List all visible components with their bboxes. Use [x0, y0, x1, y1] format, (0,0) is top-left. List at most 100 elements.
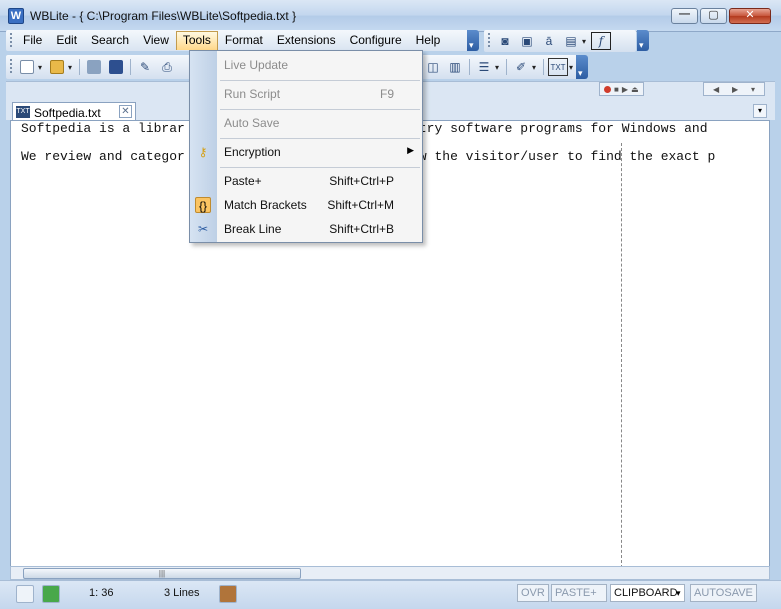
tab-next-icon[interactable]: ▶	[732, 85, 738, 94]
clipboard-select[interactable]: CLIPBOARD	[610, 584, 685, 602]
window-title: WBLite - { C:\Program Files\WBLite\Softp…	[30, 9, 297, 23]
edit-tool-icon[interactable]: ✎	[135, 58, 155, 76]
status-indicator-icon[interactable]	[16, 585, 34, 603]
scrollbar-thumb[interactable]: |||	[23, 568, 301, 579]
menu-item-match-brackets[interactable]: {} Match Brackets Shift+Ctrl+M	[190, 193, 422, 217]
tab-prev-icon[interactable]: ◀	[713, 85, 719, 94]
menu-item-label: Run Script	[224, 87, 281, 101]
toolbar-overflow-chevron[interactable]	[576, 55, 588, 79]
horizontal-scrollbar[interactable]: |||	[10, 566, 770, 580]
menu-item-label: Auto Save	[224, 116, 280, 130]
package-icon[interactable]: ▣	[517, 32, 537, 50]
menu-item-encryption[interactable]: ⚷ Encryption ▶	[190, 140, 422, 164]
toolbar-separator	[79, 59, 80, 75]
chevron-down-icon[interactable]: ▾	[38, 63, 46, 72]
camera-icon[interactable]: ◙	[495, 32, 515, 50]
chevron-down-icon[interactable]: ▾	[676, 588, 681, 599]
menu-separator	[220, 167, 420, 168]
menu-item-label: Encryption	[224, 145, 281, 159]
split-view-icon[interactable]: ◫	[423, 58, 443, 76]
menu-separator	[220, 109, 420, 110]
stop-icon[interactable]: ■	[614, 85, 619, 94]
menu-item-shortcut: F9	[379, 87, 394, 101]
line-count: 3 Lines	[164, 587, 200, 599]
book-icon[interactable]	[219, 585, 237, 603]
submenu-arrow-icon: ▶	[407, 145, 414, 155]
menu-item-break-line[interactable]: ✂ Break Line Shift+Ctrl+B	[190, 217, 422, 241]
toolbar-grip[interactable]	[10, 32, 12, 49]
menu-item-run-script[interactable]: Run Script F9	[190, 82, 422, 106]
menu-configure[interactable]: Configure	[343, 31, 409, 50]
menu-item-label: Paste+	[224, 174, 262, 188]
menu-tools[interactable]: Tools	[175, 31, 218, 50]
maximize-button[interactable]: ▢	[700, 8, 727, 24]
list-icon[interactable]: ☰	[474, 58, 494, 76]
menu-item-shortcut: Shift+Ctrl+B	[329, 222, 394, 236]
autosave-indicator[interactable]: AUTOSAVE	[690, 584, 757, 602]
menu-edit[interactable]: Edit	[49, 31, 84, 50]
menu-item-paste-plus[interactable]: Paste+ Shift+Ctrl+P	[190, 169, 422, 193]
tab-label: Softpedia.txt	[34, 106, 101, 120]
menu-format[interactable]: Format	[218, 31, 270, 50]
main-toolbar-right: ◫ ▥ ☰ ▾ ✐ ▾ TXT ▾	[422, 55, 578, 79]
save-icon[interactable]	[84, 58, 104, 76]
toolbar-overflow-chevron[interactable]	[637, 30, 649, 51]
tools-menu: Live Update Run Script F9 Auto Save ⚷ En…	[189, 50, 423, 243]
toolbar-grip[interactable]	[10, 59, 12, 75]
overwrite-indicator[interactable]: OVR	[517, 584, 549, 602]
menu-bar: File Edit Search View Tools Format Exten…	[6, 30, 472, 51]
paste-mode-indicator[interactable]: PASTE+	[551, 584, 607, 602]
tab-list-button[interactable]: ▾	[753, 104, 767, 118]
toolbar-separator	[469, 59, 470, 75]
tab-nav-controls[interactable]: ◀ ▶ ▾	[703, 82, 765, 96]
print-icon[interactable]: ⎙	[157, 58, 177, 76]
new-file-icon[interactable]	[17, 58, 37, 76]
braces-icon: {}	[195, 197, 211, 213]
chevron-down-icon[interactable]: ▾	[532, 63, 540, 72]
menu-item-label: Live Update	[224, 58, 289, 72]
menu-help[interactable]: Help	[409, 31, 448, 50]
right-margin-guide	[621, 143, 622, 566]
chevron-down-icon[interactable]: ▾	[495, 63, 503, 72]
chevron-down-icon[interactable]: ▾	[68, 63, 76, 72]
highlight-icon[interactable]: ✐	[511, 58, 531, 76]
menu-search[interactable]: Search	[84, 31, 136, 50]
open-folder-icon[interactable]	[47, 58, 67, 76]
eject-icon[interactable]: ⏏	[631, 85, 639, 94]
tab-softpedia[interactable]: TXT Softpedia.txt ✕	[12, 102, 136, 122]
menubar-overflow-chevron[interactable]	[467, 30, 479, 51]
menu-view[interactable]: View	[136, 31, 176, 50]
save-all-icon[interactable]	[106, 58, 126, 76]
toolbar-separator	[130, 59, 131, 75]
menu-item-auto-save[interactable]: Auto Save	[190, 111, 422, 135]
record-icon[interactable]	[604, 85, 611, 93]
menu-item-label: Break Line	[224, 222, 282, 236]
extras-toolbar: ◙ ▣ ā ▤ ▾ f	[484, 30, 636, 52]
close-icon: ✕	[745, 9, 755, 21]
spellcheck-icon[interactable]: ā	[539, 32, 559, 50]
toolbar-separator	[543, 59, 544, 75]
menu-item-live-update[interactable]: Live Update	[190, 53, 422, 77]
text-file-icon: TXT	[16, 106, 30, 118]
menu-file[interactable]: File	[16, 31, 49, 50]
scissors-icon: ✂	[197, 222, 209, 236]
menu-extensions[interactable]: Extensions	[270, 31, 343, 50]
text-block-icon[interactable]: TXT	[548, 58, 568, 76]
function-icon[interactable]: f	[591, 32, 611, 50]
minimize-button[interactable]: —	[671, 8, 698, 24]
menu-item-shortcut: Shift+Ctrl+M	[327, 198, 394, 212]
menu-item-shortcut: Shift+Ctrl+P	[329, 174, 394, 188]
chevron-down-icon[interactable]: ▾	[582, 37, 590, 46]
macro-controls[interactable]: ■ ▶ ⏏	[599, 82, 644, 96]
user-icon[interactable]	[42, 585, 60, 603]
column-view-icon[interactable]: ▥	[445, 58, 465, 76]
toolbar-grip[interactable]	[488, 33, 490, 49]
close-icon[interactable]: ✕	[119, 105, 132, 118]
document-icon[interactable]: ▤	[561, 32, 581, 50]
minimize-icon: —	[679, 8, 690, 20]
title-bar: W WBLite - { C:\Program Files\WBLite\Sof…	[0, 0, 781, 32]
close-button[interactable]: ✕	[729, 8, 771, 24]
play-icon[interactable]: ▶	[622, 85, 628, 94]
chevron-down-icon[interactable]: ▾	[751, 85, 755, 94]
menu-separator	[220, 138, 420, 139]
